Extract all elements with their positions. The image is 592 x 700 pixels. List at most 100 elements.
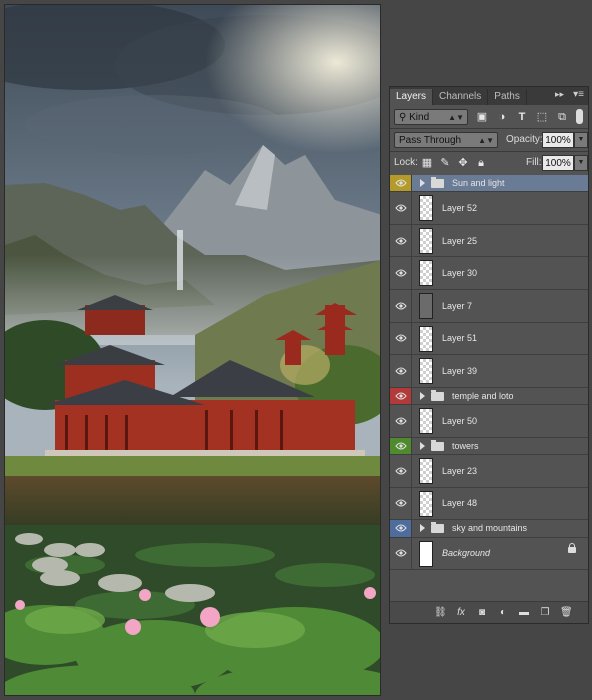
blend-row: Pass Through ▲▼ Opacity: 100% ▼ (390, 129, 588, 151)
tab-layers[interactable]: Layers (390, 89, 434, 105)
lock-row: Lock: ▦ ✎ ✥ 🔒︎ Fill: 100% ▼ (390, 152, 588, 174)
fill-dropdown-icon[interactable]: ▼ (574, 155, 588, 171)
layers-bottom-bar: ⛓ fx ◙ ◐ ▬ ❐ 🗑︎ (390, 601, 588, 623)
filter-shape-icon[interactable]: ⬚ (535, 110, 549, 124)
layer-thumbnail (419, 325, 433, 352)
link-icon[interactable]: ⛓ (434, 607, 447, 619)
layer-group-row[interactable]: temple and loto (390, 387, 588, 406)
layer-thumbnail (419, 227, 433, 254)
filter-pixel-icon[interactable]: ▣ (475, 110, 489, 124)
folder-icon (431, 522, 444, 534)
chevron-down-icon: ▲▼ (478, 136, 494, 145)
layer-thumbnail (419, 408, 433, 435)
visibility-eye-icon[interactable] (390, 455, 412, 487)
layer-row[interactable]: Layer 25 (390, 224, 588, 258)
folder-icon (431, 389, 444, 401)
visibility-eye-icon[interactable] (390, 520, 412, 537)
new-layer-icon[interactable]: ❐ (539, 607, 551, 619)
filter-kind-label: Kind (409, 112, 430, 123)
layer-name: Layer 30 (442, 268, 478, 279)
layer-name: Background (442, 548, 491, 559)
layer-row[interactable]: Background (390, 537, 588, 571)
layer-row[interactable]: Layer 51 (390, 322, 588, 356)
visibility-eye-icon[interactable] (390, 405, 412, 437)
layer-thumbnail (419, 293, 433, 320)
mask-icon[interactable]: ◙ (476, 607, 488, 619)
lock-brush-icon[interactable]: ✎ (438, 156, 452, 170)
artwork-image (5, 5, 380, 695)
layer-row[interactable]: Layer 39 (390, 355, 588, 388)
expand-arrow-icon[interactable] (420, 179, 425, 187)
layer-name: Layer 50 (442, 415, 478, 426)
layer-name: Layer 7 (442, 300, 473, 311)
expand-arrow-icon[interactable] (420, 441, 425, 450)
filter-smart-object-icon[interactable]: ⧉ (555, 110, 569, 124)
visibility-eye-icon[interactable] (390, 537, 412, 570)
visibility-eye-icon[interactable] (390, 290, 412, 322)
visibility-eye-icon[interactable] (390, 175, 412, 192)
layer-row[interactable]: Layer 7 (390, 290, 588, 323)
layer-row[interactable]: Layer 50 (390, 405, 588, 438)
filter-kind-select[interactable]: ⚲ Kind ▲▼ (394, 109, 468, 125)
opacity-dropdown-icon[interactable]: ▼ (574, 132, 588, 148)
blend-mode-select[interactable]: Pass Through ▲▼ (394, 132, 498, 148)
lock-transparency-icon[interactable]: ▦ (420, 156, 434, 170)
opacity-label: Opacity: (506, 134, 543, 145)
layer-row[interactable]: Layer 48 (390, 487, 588, 521)
lock-icon (568, 542, 576, 553)
expand-arrow-icon[interactable] (420, 391, 425, 400)
folder-icon (431, 439, 444, 451)
panel-menu-icon[interactable]: ▾≡ (573, 89, 584, 100)
layers-list: Sun and light Layer 52 Layer 25 Layer 30 Lay… (390, 175, 588, 571)
adjustment-icon[interactable]: ◐ (497, 607, 509, 619)
layer-row[interactable]: Layer 23 (390, 455, 588, 488)
collapse-panel-icon[interactable]: ▸▸ (555, 89, 564, 100)
lock-all-icon[interactable]: 🔒︎ (474, 156, 488, 170)
document-canvas[interactable] (4, 4, 381, 696)
visibility-eye-icon[interactable] (390, 387, 412, 405)
layer-thumbnail (419, 490, 433, 517)
folder-icon (431, 177, 444, 188)
layer-group-name: temple and loto (452, 391, 514, 401)
layer-group-row[interactable]: Sun and light (390, 175, 588, 193)
layer-name: Layer 23 (442, 465, 478, 476)
layer-thumbnail (419, 358, 433, 385)
visibility-eye-icon[interactable] (390, 257, 412, 290)
opacity-input[interactable]: 100% (542, 132, 574, 148)
lock-label: Lock: (394, 157, 418, 168)
expand-arrow-icon[interactable] (420, 524, 425, 533)
layer-group-name: sky and mountains (452, 523, 528, 534)
layer-row[interactable]: Layer 30 (390, 257, 588, 291)
layer-group-row[interactable]: sky and mountains (390, 520, 588, 538)
layer-row[interactable]: Layer 52 (390, 192, 588, 225)
blend-mode-label: Pass Through (399, 135, 462, 146)
filter-type-icon[interactable]: T (515, 110, 529, 124)
layer-group-row[interactable]: towers (390, 437, 588, 456)
layer-name: Layer 52 (442, 203, 478, 214)
chevron-down-icon: ▲▼ (448, 113, 464, 122)
panel-tab-bar: Layers Channels Paths ▸▸ ▾≡ (390, 87, 588, 105)
trash-icon[interactable]: 🗑︎ (560, 607, 573, 619)
visibility-eye-icon[interactable] (390, 437, 412, 455)
tab-paths[interactable]: Paths (488, 89, 527, 105)
fx-icon[interactable]: fx (455, 607, 467, 619)
layer-name: Layer 25 (442, 235, 478, 246)
visibility-eye-icon[interactable] (390, 487, 412, 520)
fill-label: Fill: (526, 157, 542, 168)
layer-name: Layer 39 (442, 366, 478, 377)
visibility-eye-icon[interactable] (390, 224, 412, 257)
new-group-icon[interactable]: ▬ (518, 607, 530, 619)
visibility-eye-icon[interactable] (390, 192, 412, 224)
visibility-eye-icon[interactable] (390, 322, 412, 355)
layer-name: Layer 48 (442, 498, 478, 509)
layer-thumbnail (419, 540, 433, 567)
layer-thumbnail (419, 458, 433, 485)
filter-toggle-switch[interactable] (576, 109, 583, 124)
fill-input[interactable]: 100% (542, 155, 574, 171)
filter-adjustment-icon[interactable]: ◑ (495, 110, 509, 124)
lock-move-icon[interactable]: ✥ (456, 156, 470, 170)
layer-thumbnail (419, 260, 433, 287)
visibility-eye-icon[interactable] (390, 355, 412, 387)
tab-channels[interactable]: Channels (433, 89, 489, 105)
layer-group-name: towers (452, 440, 479, 451)
